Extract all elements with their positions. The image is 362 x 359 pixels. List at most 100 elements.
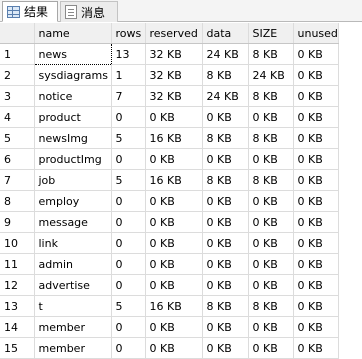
cell-unused[interactable]: 0 KB [293,190,339,212]
cell-name[interactable]: message [34,211,112,233]
cell-unused[interactable]: 0 KB [293,64,339,86]
cell-reserved[interactable]: 32 KB [145,85,203,107]
cell-size[interactable]: 8 KB [248,295,294,317]
cell-size[interactable]: 8 KB [248,43,294,65]
table-row[interactable]: 2 sysdiagrams 1 32 KB 8 KB 24 KB 0 KB [0,64,339,86]
table-row[interactable]: 4 product 0 0 KB 0 KB 0 KB 0 KB [0,106,339,128]
cell-unused[interactable]: 0 KB [293,43,339,65]
cell-reserved[interactable]: 0 KB [145,190,203,212]
cell-data[interactable]: 8 KB [202,64,249,86]
cell-unused[interactable]: 0 KB [293,211,339,233]
cell-data[interactable]: 0 KB [202,337,249,359]
cell-size[interactable]: 0 KB [248,274,294,296]
cell-reserved[interactable]: 0 KB [145,316,203,338]
table-row[interactable]: 6 productImg 0 0 KB 0 KB 0 KB 0 KB [0,148,339,170]
table-row[interactable]: 8 employ 0 0 KB 0 KB 0 KB 0 KB [0,190,339,212]
table-row[interactable]: 1 news 13 32 KB 24 KB 8 KB 0 KB [0,43,339,65]
cell-data[interactable]: 24 KB [202,85,249,107]
cell-rows[interactable]: 0 [111,316,146,338]
cell-name[interactable]: link [34,232,112,254]
cell-reserved[interactable]: 0 KB [145,232,203,254]
cell-name[interactable]: job [34,169,112,191]
row-number[interactable]: 14 [0,316,35,338]
cell-name[interactable]: news [33,43,112,65]
cell-name[interactable]: product [34,106,112,128]
column-header-name[interactable]: name [34,23,112,44]
cell-reserved[interactable]: 0 KB [145,253,203,275]
cell-rows[interactable]: 0 [111,232,146,254]
cell-name[interactable]: advertise [34,274,112,296]
cell-rows[interactable]: 7 [111,85,146,107]
table-row[interactable]: 12 advertise 0 0 KB 0 KB 0 KB 0 KB [0,274,339,296]
cell-reserved[interactable]: 0 KB [145,274,203,296]
cell-size[interactable]: 0 KB [248,253,294,275]
column-header-data[interactable]: data [202,23,249,44]
cell-name[interactable]: newsImg [34,127,112,149]
cell-rows[interactable]: 1 [111,64,146,86]
cell-name[interactable]: productImg [34,148,112,170]
row-number[interactable]: 2 [0,64,35,86]
cell-rows[interactable]: 0 [111,190,146,212]
cell-name[interactable]: notice [34,85,112,107]
cell-name[interactable]: member [34,316,112,338]
cell-size[interactable]: 0 KB [248,337,294,359]
cell-data[interactable]: 24 KB [202,43,249,65]
cell-size[interactable]: 0 KB [248,232,294,254]
tab-messages[interactable]: 消息 [60,1,118,22]
cell-data[interactable]: 0 KB [202,190,249,212]
cell-unused[interactable]: 0 KB [293,274,339,296]
table-row[interactable]: 13 t 5 16 KB 8 KB 8 KB 0 KB [0,295,339,317]
cell-rows[interactable]: 0 [111,148,146,170]
cell-size[interactable]: 8 KB [248,127,294,149]
table-row[interactable]: 11 admin 0 0 KB 0 KB 0 KB 0 KB [0,253,339,275]
cell-unused[interactable]: 0 KB [293,127,339,149]
cell-reserved[interactable]: 16 KB [145,295,203,317]
cell-data[interactable]: 0 KB [202,148,249,170]
cell-rows[interactable]: 5 [111,295,146,317]
cell-data[interactable]: 0 KB [202,253,249,275]
cell-unused[interactable]: 0 KB [293,85,339,107]
cell-name[interactable]: admin [34,253,112,275]
cell-unused[interactable]: 0 KB [293,316,339,338]
cell-rows[interactable]: 0 [111,106,146,128]
column-header-rows[interactable]: rows [111,23,146,44]
results-grid[interactable]: name rows reserved data SIZE unused 1 news 13 32… [0,23,362,359]
cell-data[interactable]: 0 KB [202,211,249,233]
cell-data[interactable]: 8 KB [202,295,249,317]
cell-reserved[interactable]: 0 KB [145,337,203,359]
cell-size[interactable]: 0 KB [248,106,294,128]
cell-unused[interactable]: 0 KB [293,295,339,317]
row-number[interactable]: 1 [0,43,35,65]
cell-rows[interactable]: 0 [111,337,146,359]
row-number[interactable]: 11 [0,253,35,275]
row-number[interactable]: 7 [0,169,35,191]
cell-name[interactable]: member [34,337,112,359]
cell-reserved[interactable]: 0 KB [145,148,203,170]
cell-rows[interactable]: 5 [111,127,146,149]
cell-data[interactable]: 0 KB [202,274,249,296]
cell-reserved[interactable]: 32 KB [145,64,203,86]
cell-reserved[interactable]: 16 KB [145,169,203,191]
cell-data[interactable]: 8 KB [202,169,249,191]
column-header-reserved[interactable]: reserved [145,23,203,44]
cell-reserved[interactable]: 0 KB [145,106,203,128]
row-number[interactable]: 15 [0,337,35,359]
cell-rows[interactable]: 0 [111,211,146,233]
cell-rows[interactable]: 13 [111,43,146,65]
cell-rows[interactable]: 5 [111,169,146,191]
table-row[interactable]: 14 member 0 0 KB 0 KB 0 KB 0 KB [0,316,339,338]
column-header-size[interactable]: SIZE [248,23,294,44]
cell-rows[interactable]: 0 [111,274,146,296]
cell-name[interactable]: t [34,295,112,317]
row-number[interactable]: 6 [0,148,35,170]
row-number-header[interactable] [0,23,35,44]
cell-size[interactable]: 24 KB [248,64,294,86]
cell-data[interactable]: 0 KB [202,316,249,338]
cell-unused[interactable]: 0 KB [293,337,339,359]
row-number[interactable]: 12 [0,274,35,296]
row-number[interactable]: 13 [0,295,35,317]
tab-results[interactable]: 结果 [2,1,58,22]
cell-size[interactable]: 0 KB [248,211,294,233]
cell-size[interactable]: 0 KB [248,190,294,212]
cell-unused[interactable]: 0 KB [293,253,339,275]
